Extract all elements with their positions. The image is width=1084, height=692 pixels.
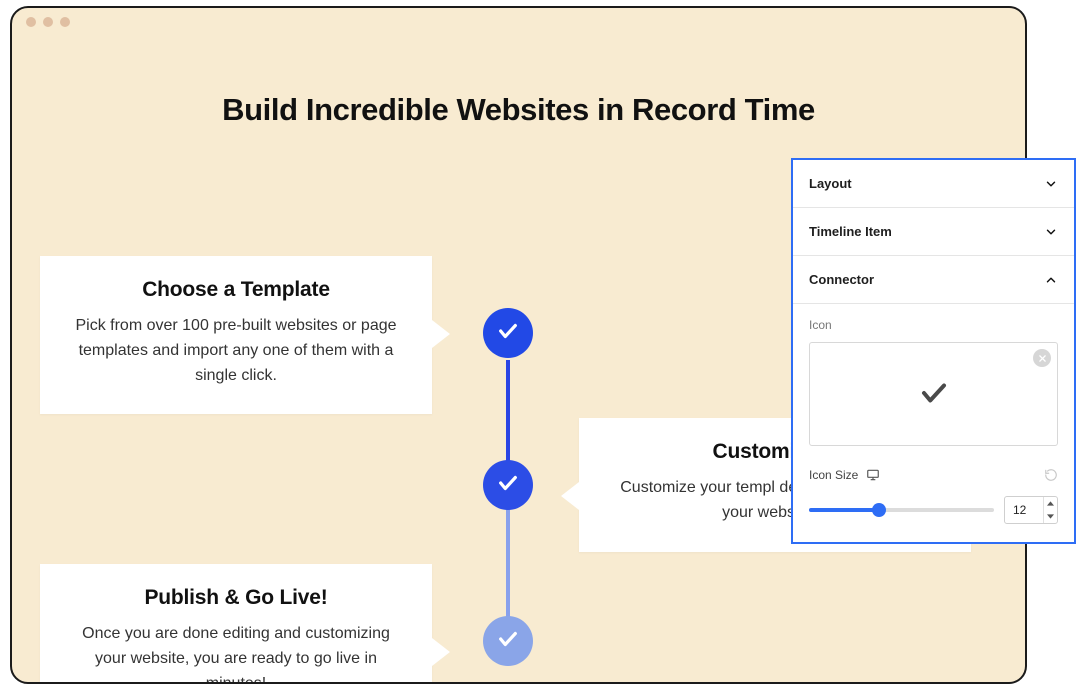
accordion-label: Timeline Item xyxy=(809,224,892,239)
window-titlebar xyxy=(12,8,1025,36)
clear-icon-button[interactable] xyxy=(1033,349,1051,367)
timeline-track xyxy=(505,308,511,672)
accordion-label: Layout xyxy=(809,176,852,191)
checkmark-icon xyxy=(497,628,519,655)
card-body: Pick from over 100 pre-built websites or… xyxy=(66,314,406,388)
traffic-light-zoom-icon xyxy=(60,17,70,27)
icon-size-slider[interactable] xyxy=(809,501,994,519)
card-body: Once you are done editing and customizin… xyxy=(66,622,406,684)
settings-panel: Layout Timeline Item Connector Icon xyxy=(791,158,1076,544)
field-label-icon-size: Icon Size xyxy=(809,468,858,482)
icon-size-value: 12 xyxy=(1005,497,1043,523)
desktop-icon[interactable] xyxy=(866,468,880,482)
card-pointer-icon xyxy=(432,320,450,348)
icon-picker[interactable] xyxy=(809,342,1058,446)
chevron-down-icon xyxy=(1044,177,1058,191)
slider-thumb[interactable] xyxy=(872,503,886,517)
timeline-dot xyxy=(483,460,533,510)
card-pointer-icon xyxy=(432,638,450,666)
accordion-timeline-item[interactable]: Timeline Item xyxy=(793,208,1074,256)
close-icon xyxy=(1038,351,1047,366)
card-pointer-icon xyxy=(561,482,579,510)
card-title: Choose a Template xyxy=(66,278,406,302)
card-title: Publish & Go Live! xyxy=(66,586,406,610)
accordion-label: Connector xyxy=(809,272,874,287)
traffic-light-close-icon xyxy=(26,17,36,27)
checkmark-icon xyxy=(497,472,519,499)
accordion-connector[interactable]: Connector xyxy=(793,256,1074,304)
icon-size-input[interactable]: 12 xyxy=(1004,496,1058,524)
chevron-down-icon xyxy=(1044,225,1058,239)
page-title: Build Incredible Websites in Record Time xyxy=(12,92,1025,128)
checkmark-icon xyxy=(919,378,949,411)
timeline-card: Choose a Template Pick from over 100 pre… xyxy=(40,256,432,414)
stepper-down[interactable] xyxy=(1044,510,1057,523)
accordion-layout[interactable]: Layout xyxy=(793,160,1074,208)
timeline-dot xyxy=(483,616,533,666)
timeline-card: Publish & Go Live! Once you are done edi… xyxy=(40,564,432,684)
reset-icon[interactable] xyxy=(1044,468,1058,482)
chevron-up-icon xyxy=(1044,273,1058,287)
traffic-light-minimize-icon xyxy=(43,17,53,27)
field-label-icon: Icon xyxy=(809,318,1058,332)
accordion-body: Icon Icon Size xyxy=(793,304,1074,542)
stepper-up[interactable] xyxy=(1044,497,1057,510)
timeline-dot xyxy=(483,308,533,358)
checkmark-icon xyxy=(497,320,519,347)
